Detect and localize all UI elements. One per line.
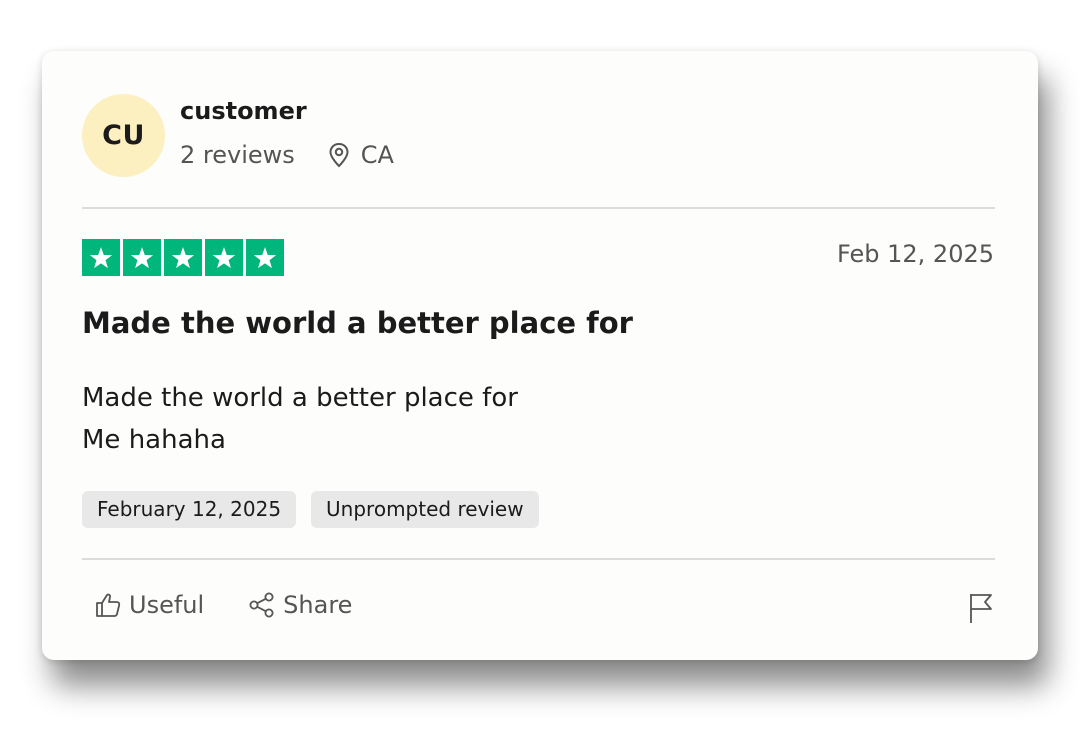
review-body: Made the world a better place for Me hah… — [82, 377, 518, 461]
review-card: CU customer 2 reviews CA Feb 12, 2025 Ma… — [42, 51, 1038, 660]
review-body-line: Me hahaha — [82, 425, 226, 455]
star-icon — [246, 239, 284, 276]
divider — [82, 207, 995, 209]
star-icon — [82, 239, 120, 276]
useful-button[interactable]: Useful — [94, 591, 204, 619]
experience-date-tag: February 12, 2025 — [82, 491, 297, 528]
review-tags: February 12, 2025 Unprompted review — [82, 491, 539, 528]
reviewer-location: CA — [327, 141, 394, 169]
star-rating — [82, 239, 284, 276]
share-label: Share — [283, 591, 353, 619]
share-icon — [249, 592, 274, 618]
review-actions: Useful Share — [94, 591, 352, 619]
divider — [82, 558, 995, 560]
report-button[interactable] — [968, 592, 994, 628]
star-icon — [164, 239, 202, 276]
flag-icon — [970, 594, 992, 623]
review-count: 2 reviews — [180, 141, 295, 169]
useful-label: Useful — [129, 591, 205, 619]
star-icon — [205, 239, 243, 276]
avatar-initials: CU — [102, 120, 145, 151]
reviewer-name[interactable]: customer — [180, 97, 307, 125]
avatar: CU — [82, 94, 165, 177]
thumbs-up-icon — [96, 593, 121, 617]
review-body-line: Made the world a better place for — [82, 383, 518, 413]
review-title: Made the world a better place for — [82, 306, 633, 340]
reviewer-meta: 2 reviews CA — [180, 138, 394, 172]
share-button[interactable]: Share — [248, 591, 352, 619]
map-pin-icon — [329, 142, 349, 168]
star-icon — [123, 239, 161, 276]
unprompted-review-tag: Unprompted review — [311, 491, 539, 528]
review-date: Feb 12, 2025 — [837, 240, 994, 268]
location-label: CA — [360, 141, 394, 169]
